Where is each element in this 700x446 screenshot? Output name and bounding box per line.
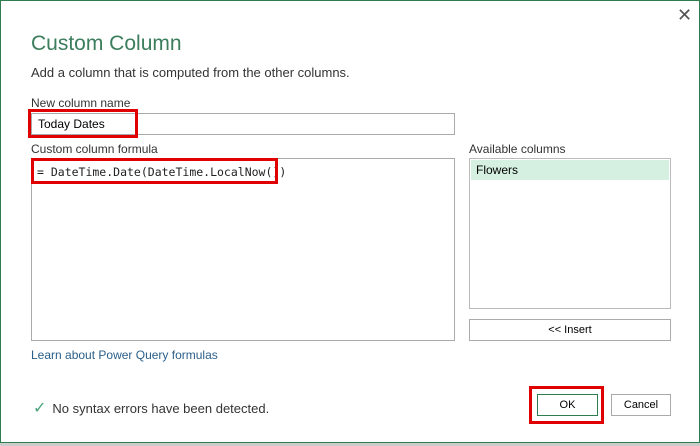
formula-label: Custom column formula (31, 142, 158, 156)
new-column-name-label: New column name (31, 96, 131, 110)
column-item-flowers[interactable]: Flowers (471, 160, 669, 180)
dialog-title: Custom Column (31, 32, 182, 55)
available-columns-label: Available columns (469, 142, 566, 156)
insert-button[interactable]: << Insert (469, 319, 671, 341)
syntax-status: ✓ No syntax errors have been detected. (33, 398, 269, 418)
highlight-box-ok (529, 386, 604, 424)
available-columns-list[interactable]: Flowers (469, 158, 671, 309)
checkmark-icon: ✓ (33, 400, 47, 417)
cancel-button[interactable]: Cancel (611, 394, 671, 416)
close-icon[interactable]: ✕ (677, 5, 692, 26)
status-text: No syntax errors have been detected. (52, 401, 270, 416)
custom-column-dialog: ✕ Custom Column Add a column that is com… (0, 0, 700, 443)
dialog-subtitle: Add a column that is computed from the o… (31, 65, 350, 80)
highlight-box-name (28, 109, 138, 138)
learn-formulas-link[interactable]: Learn about Power Query formulas (31, 348, 218, 362)
formula-textarea[interactable] (31, 158, 455, 341)
highlight-box-formula (31, 158, 278, 184)
